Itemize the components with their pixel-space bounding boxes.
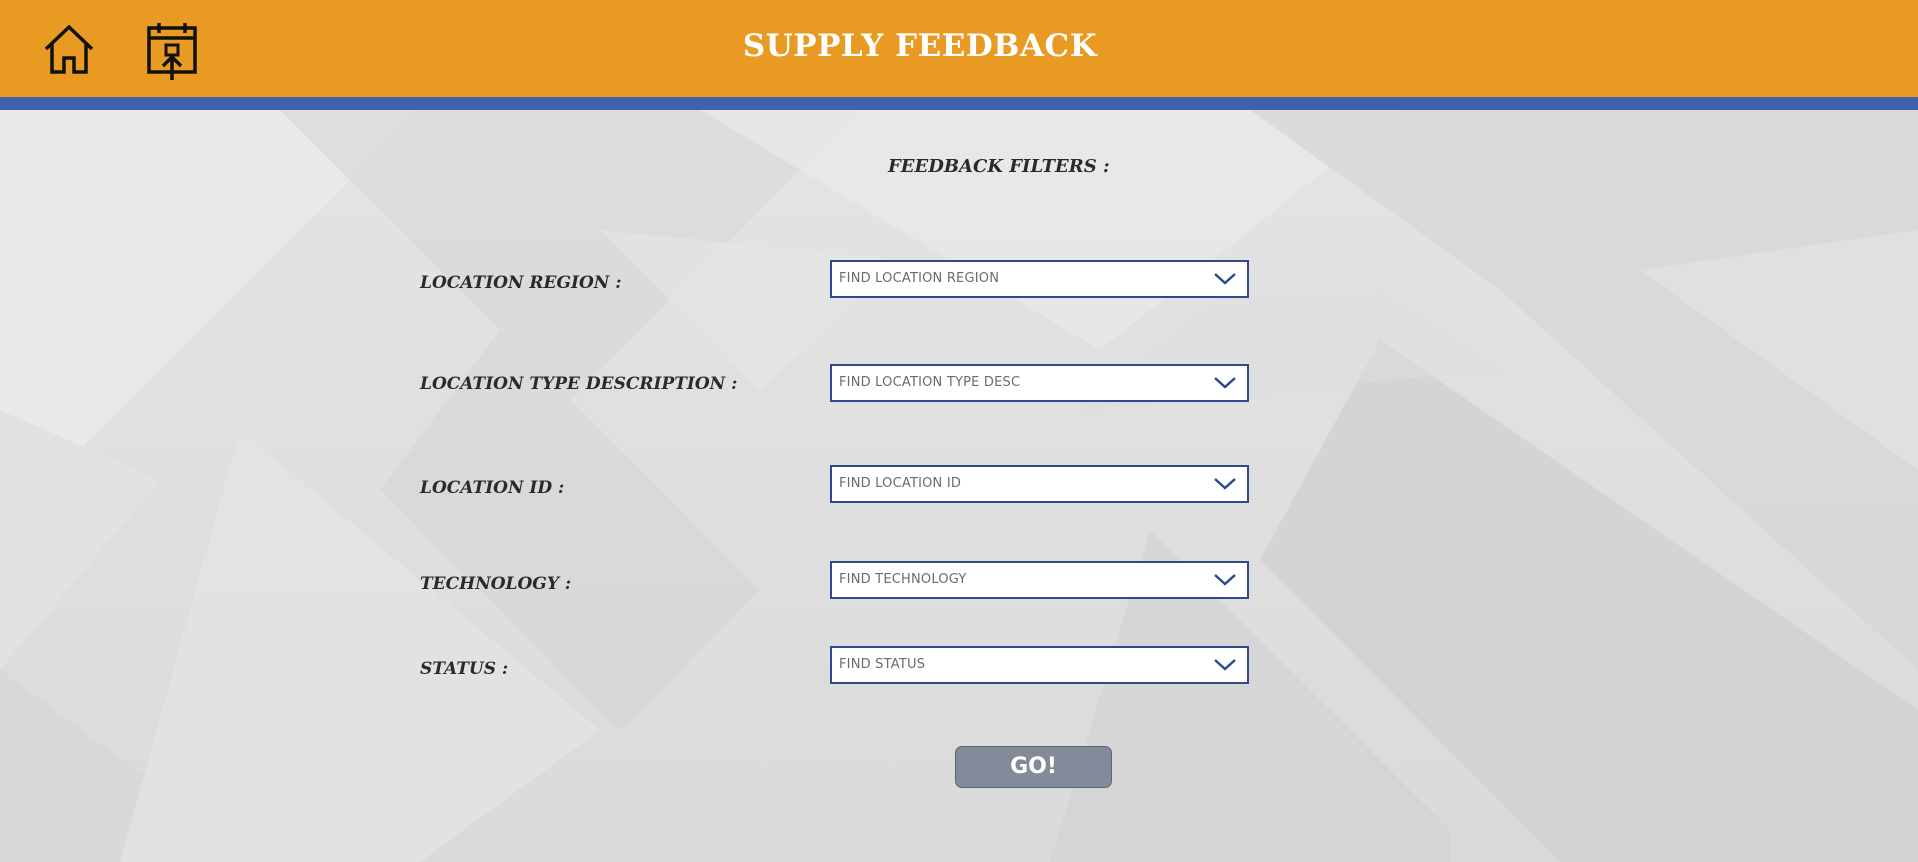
location-id-placeholder: FIND LOCATION ID <box>839 476 962 491</box>
filters-heading: FEEDBACK FILTERS : <box>888 156 1110 177</box>
status-placeholder: FIND STATUS <box>839 657 926 672</box>
location-region-label: LOCATION REGION : <box>420 273 622 293</box>
chevron-down-icon <box>1214 273 1236 285</box>
chevron-down-icon <box>1214 659 1236 671</box>
location-region-placeholder: FIND LOCATION REGION <box>839 271 1000 286</box>
chevron-down-icon <box>1214 377 1236 389</box>
technology-dropdown[interactable]: FIND TECHNOLOGY <box>830 561 1249 599</box>
status-label: STATUS : <box>420 659 509 679</box>
chevron-down-icon <box>1214 478 1236 490</box>
technology-placeholder: FIND TECHNOLOGY <box>839 572 967 587</box>
location-id-label: LOCATION ID : <box>420 478 565 498</box>
location-region-dropdown[interactable]: FIND LOCATION REGION <box>830 260 1249 298</box>
location-id-dropdown[interactable]: FIND LOCATION ID <box>830 465 1249 503</box>
technology-label: TECHNOLOGY : <box>420 574 572 594</box>
header-stripe <box>0 97 1918 110</box>
go-button[interactable]: GO! <box>955 746 1112 788</box>
chevron-down-icon <box>1214 574 1236 586</box>
location-type-placeholder: FIND LOCATION TYPE DESC <box>839 375 1021 390</box>
location-type-dropdown[interactable]: FIND LOCATION TYPE DESC <box>830 364 1249 402</box>
status-dropdown[interactable]: FIND STATUS <box>830 646 1249 684</box>
location-type-label: LOCATION TYPE DESCRIPTION : <box>420 374 738 394</box>
page-title: SUPPLY FEEDBACK <box>742 28 1098 64</box>
